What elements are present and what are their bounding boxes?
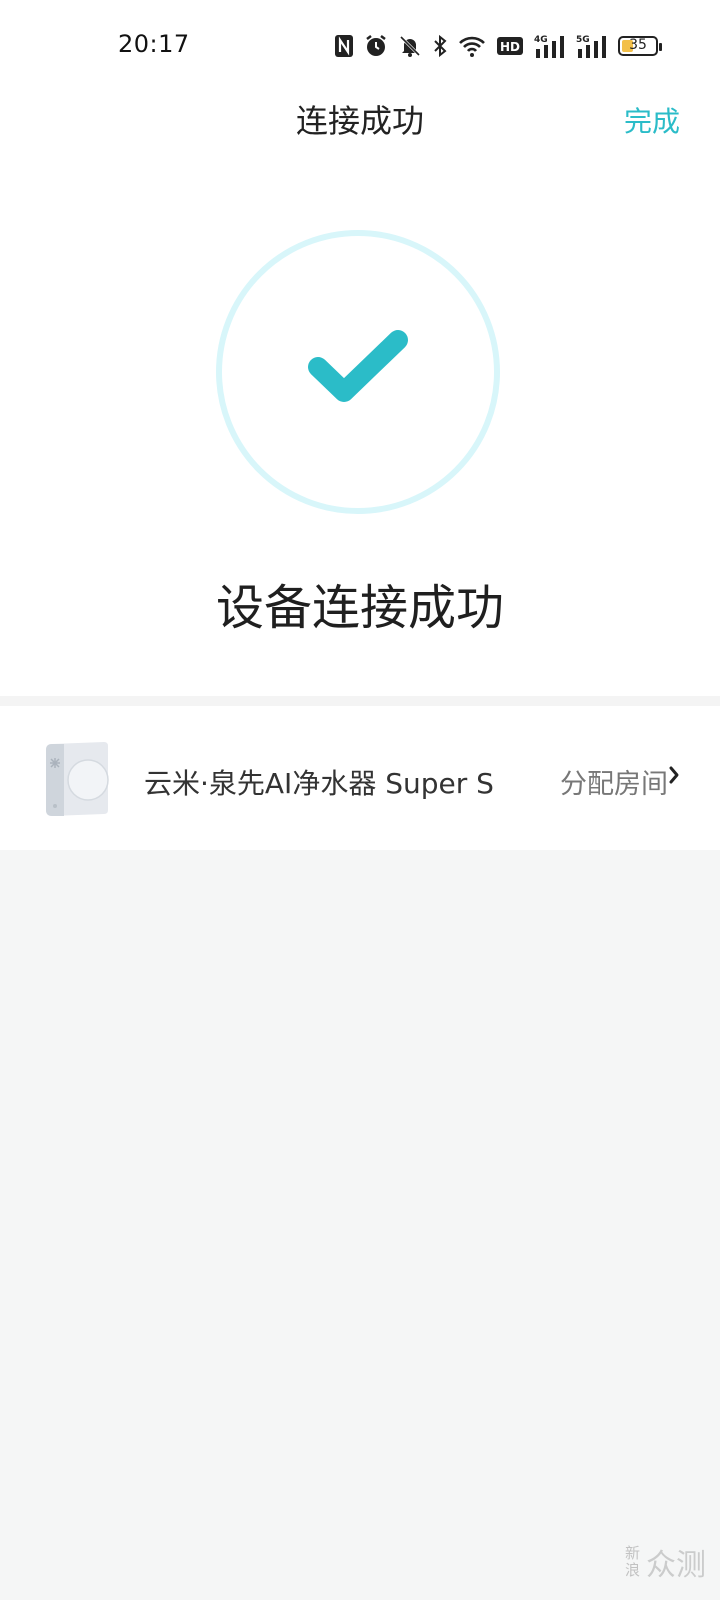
battery-level: 35 [629,37,647,53]
nfc-icon [334,33,354,59]
done-button[interactable]: 完成 [624,100,680,140]
device-name: 云米·泉先AI净水器 Super S [144,767,494,800]
signal-5g-icon: 5G [576,33,608,59]
bluetooth-icon [432,33,448,59]
status-icons: HD 4G 5G 35 [334,30,662,62]
chevron-right-icon[interactable] [668,764,680,786]
battery-icon: 35 [618,33,662,59]
signal-5g-label: 5G [576,35,590,45]
device-row[interactable]: 云米·泉先AI净水器 Super S 分配房间 [0,706,720,850]
signal-4g-label: 4G [534,35,548,45]
page-title: 连接成功 [295,102,424,140]
alarm-icon [364,33,388,59]
top-panel: 20:17 HD 4G 5G 35 连接成功 完成 设备连接成功 [0,0,720,696]
checkmark-icon [308,330,408,402]
assign-room-button[interactable]: 分配房间 [560,762,668,801]
hd-label: HD [500,40,520,54]
watermark-big: 众测 [646,1548,706,1583]
battery-indicator: 35 [618,36,662,56]
wifi-icon [458,33,486,59]
hd-icon: HD [496,33,524,59]
status-time: 20:17 [118,30,190,58]
signal-4g-icon: 4G [534,33,566,59]
watermark-small: 新 浪 [625,1545,640,1579]
device-image [46,742,109,816]
section-divider [0,696,720,706]
mute-icon [398,33,422,59]
status-bar: 20:17 HD 4G 5G 35 [0,0,720,92]
battery-nub [659,43,662,51]
watermark-small-top: 新 [624,1544,640,1562]
watermark: 新 浪 众测 [625,1540,706,1584]
watermark-small-bottom: 浪 [624,1561,640,1579]
success-message: 设备连接成功 [215,580,504,636]
